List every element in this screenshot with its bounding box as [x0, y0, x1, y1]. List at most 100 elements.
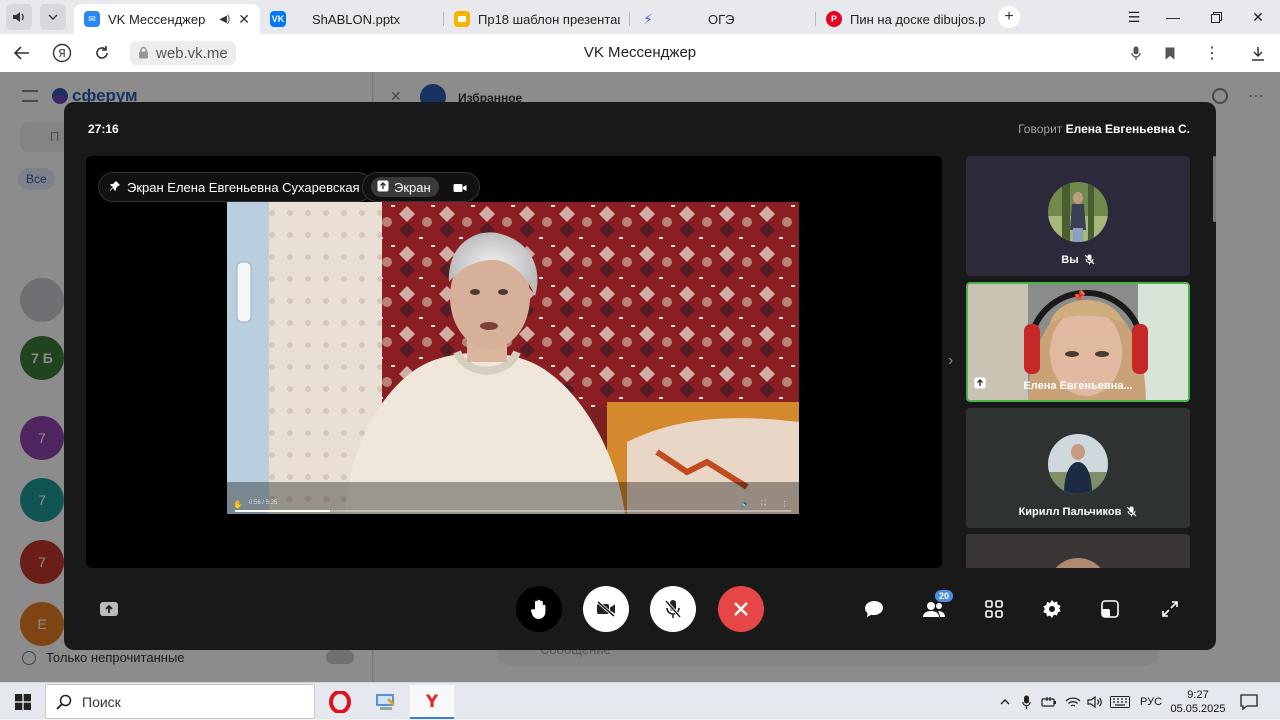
- microphone-toggle-button[interactable]: [650, 586, 696, 632]
- start-button[interactable]: [0, 683, 45, 720]
- video-call-window: 27:16 Говорит Елена Евгеньевна С. Экран …: [64, 102, 1216, 650]
- chat-button[interactable]: [861, 596, 887, 622]
- raise-hand-icon: [530, 599, 546, 619]
- share-screen-button[interactable]: [96, 596, 122, 622]
- more-vertical-icon[interactable]: ⋮: [1192, 34, 1232, 72]
- video-play-icon[interactable]: ✋: [233, 500, 243, 509]
- screen-tab[interactable]: Экран: [371, 177, 439, 197]
- raise-hand-button[interactable]: [516, 586, 562, 632]
- camera-off-icon: [597, 601, 615, 617]
- gear-icon: [1043, 600, 1061, 618]
- pinned-screen-label[interactable]: Экран Елена Евгеньевна Сухаревская: [98, 172, 373, 202]
- close-icon: [734, 602, 748, 616]
- speaking-indicator: Говорит Елена Евгеньевна С.: [1018, 122, 1190, 136]
- bookmark-icon[interactable]: [1150, 34, 1190, 72]
- call-timer: 27:16: [88, 122, 119, 136]
- tray-microphone-icon[interactable]: [1016, 683, 1036, 720]
- tray-language[interactable]: РУС: [1136, 683, 1166, 720]
- mic-off-icon: [1084, 254, 1095, 268]
- tray-battery-icon[interactable]: [1038, 683, 1060, 720]
- hang-up-button[interactable]: [718, 586, 764, 632]
- participant-tile-kirill[interactable]: Кирилл Пальчиков: [966, 408, 1190, 528]
- video-fullscreen-icon[interactable]: ⛶: [761, 500, 771, 508]
- participants-button[interactable]: 20: [921, 590, 954, 622]
- video-time: 0:56 / 5:35: [249, 500, 278, 506]
- expand-icon: [1162, 601, 1178, 617]
- tabs-menu-chevron-icon[interactable]: [40, 4, 66, 30]
- grid-layout-button[interactable]: [981, 596, 1007, 622]
- camera-icon[interactable]: [453, 181, 467, 196]
- tab-title: Пр18 шаблон презентаци: [478, 11, 620, 27]
- vk-icon: VK: [270, 11, 286, 27]
- screen-source-switcher[interactable]: Экран: [362, 172, 480, 202]
- participant-tile-self[interactable]: Вы: [966, 156, 1190, 276]
- tab-close-icon[interactable]: ✕: [238, 11, 250, 28]
- browser-menu-icon[interactable]: ☰: [1113, 0, 1155, 34]
- tab-title: VK Мессенджер: [108, 11, 206, 27]
- tab-presentation[interactable]: Пр18 шаблон презентаци: [444, 4, 630, 34]
- computer-icon: [376, 694, 396, 710]
- participant-name-text: Вы: [1061, 254, 1079, 266]
- minimize-icon[interactable]: —: [1152, 0, 1194, 34]
- mic-off-icon: [665, 600, 681, 618]
- camera-toggle-button[interactable]: [583, 586, 629, 632]
- opera-icon: [329, 691, 351, 713]
- tab-oge[interactable]: ⚡ ОГЭ: [630, 4, 816, 34]
- participant-avatar: [1048, 434, 1108, 494]
- participants-list: Вы 📌 Елена Евгеньевна... Кирилл Пальчико…: [966, 156, 1192, 568]
- pinterest-icon: P: [826, 11, 842, 27]
- tab-audio-icon[interactable]: ◀): [219, 14, 230, 25]
- video-progress-bar[interactable]: [235, 510, 791, 512]
- settings-button[interactable]: [1039, 596, 1065, 622]
- reload-icon[interactable]: [82, 34, 122, 72]
- pin-icon: [109, 180, 121, 195]
- svg-text:Я: Я: [58, 47, 66, 60]
- participant-name-text: Кирилл Пальчиков: [1018, 506, 1122, 518]
- restore-icon[interactable]: [1195, 0, 1237, 34]
- yandex-browser-app[interactable]: Y: [410, 685, 454, 719]
- new-tab-plus-icon[interactable]: +: [998, 6, 1020, 28]
- taskbar-search-field[interactable]: Поиск: [45, 684, 315, 719]
- picture-in-picture-button[interactable]: [1097, 596, 1123, 622]
- control-panel-app[interactable]: [364, 685, 408, 719]
- video-more-icon[interactable]: ⋮: [781, 500, 791, 508]
- participant-avatar: [1048, 558, 1108, 568]
- language-label: РУС: [1139, 695, 1163, 708]
- main-video-stage[interactable]: Экран Елена Евгеньевна Сухаревская Экран: [86, 156, 942, 568]
- close-window-icon[interactable]: ✕: [1237, 0, 1279, 34]
- chevron-right-icon[interactable]: ›: [948, 352, 953, 370]
- tab-pinterest[interactable]: P Пин на доске dibujos.para: [816, 4, 996, 34]
- tray-keyboard-icon[interactable]: [1108, 683, 1132, 720]
- tray-wifi-icon[interactable]: [1062, 683, 1084, 720]
- browser-tab-strip: ✉ VK Мессенджер ◀) ✕ VK ShABLON.pptx Пр1…: [0, 0, 1280, 34]
- url-field[interactable]: web.vk.me: [130, 41, 236, 65]
- mic-off-icon: [1126, 506, 1137, 520]
- windows-taskbar: Поиск Y РУС 9:27 05.05.2025: [0, 682, 1280, 719]
- tray-chevron-up-icon[interactable]: [994, 683, 1016, 720]
- participants-scrollbar[interactable]: [1213, 156, 1216, 222]
- video-volume-icon[interactable]: 🔈: [741, 500, 751, 508]
- bolt-icon: ⚡: [643, 10, 653, 27]
- svg-text:Y: Y: [425, 692, 439, 711]
- participant-tile-speaker[interactable]: 📌 Елена Евгеньевна...: [966, 282, 1190, 402]
- pin-icon[interactable]: 📌: [1072, 290, 1086, 303]
- search-icon: [56, 694, 72, 710]
- lock-icon: [139, 46, 148, 59]
- fullscreen-button[interactable]: [1157, 596, 1183, 622]
- yandex-logo-icon[interactable]: Я: [42, 34, 82, 72]
- shared-screen-video[interactable]: ✋ 0:56 / 5:35 🔈 ⛶ ⋮: [227, 202, 799, 514]
- opera-app[interactable]: [318, 685, 362, 719]
- yandex-browser-icon: Y: [425, 692, 439, 711]
- tab-vk-messenger[interactable]: ✉ VK Мессенджер ◀) ✕: [74, 4, 260, 34]
- tray-volume-icon[interactable]: [1084, 683, 1106, 720]
- back-arrow-icon[interactable]: [2, 34, 42, 72]
- speaker-icon[interactable]: [6, 4, 32, 30]
- participant-name-text: Елена Евгеньевна...: [1023, 380, 1133, 392]
- tray-clock[interactable]: 9:27 05.05.2025: [1170, 683, 1226, 720]
- download-icon[interactable]: [1238, 34, 1278, 72]
- tab-shablon[interactable]: VK ShABLON.pptx: [260, 4, 444, 34]
- participant-tile-partial[interactable]: [966, 534, 1190, 568]
- tab-title: ShABLON.pptx: [312, 11, 401, 27]
- notifications-icon[interactable]: [1234, 683, 1264, 720]
- taskbar-search-placeholder: Поиск: [82, 693, 121, 710]
